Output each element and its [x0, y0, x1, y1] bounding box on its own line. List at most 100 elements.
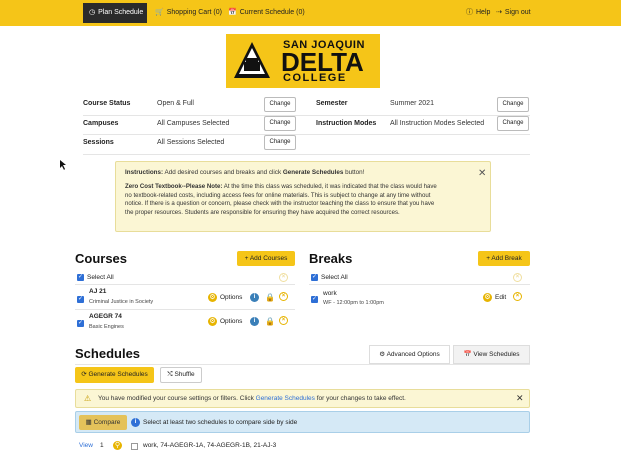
instruction-modes-value: All Instruction Modes Selected — [390, 120, 485, 127]
compare-icon: ▦ — [85, 419, 94, 426]
course-name: Criminal Justice in Society — [89, 299, 154, 305]
nav-shopping-cart-label: Shopping Cart (0) — [166, 9, 222, 16]
row-divider — [75, 284, 295, 285]
add-break-button[interactable]: + Add Break — [478, 251, 530, 266]
compare-button-label: Compare — [93, 419, 121, 426]
tab-advanced-options[interactable]: ⚙ Advanced Options — [369, 345, 450, 364]
course-options-link[interactable]: Options — [220, 318, 242, 325]
break-detail: WF - 12:00pm to 1:00pm — [323, 300, 384, 306]
gear-icon: ⚙ — [208, 293, 217, 302]
nav-current-schedule[interactable]: 📅 Current Schedule (0) — [228, 3, 305, 23]
course-status-label: Course Status — [83, 100, 131, 107]
zoom-icon[interactable]: ⚲ — [113, 441, 122, 450]
generate-schedules-button[interactable]: ⟳ Generate Schedules — [75, 367, 154, 383]
nav-help-label: Help — [476, 9, 491, 16]
remove-course-icon[interactable]: × — [279, 316, 288, 325]
nav-help[interactable]: ⓘ Help — [466, 3, 490, 23]
top-nav-bar: ◷ Plan Schedule 🛒 Shopping Cart (0) 📅 Curre… — [0, 0, 621, 26]
delta-emblem-icon — [234, 42, 270, 78]
settings-divider — [83, 115, 530, 116]
courses-title: Courses — [75, 251, 128, 266]
course-code: AGEGR 74 — [89, 313, 122, 320]
gear-icon: ⚙ — [208, 317, 217, 326]
sign-out-icon: ⇢ — [496, 9, 502, 16]
shuffle-button[interactable]: ⤭ Shuffle — [160, 367, 202, 383]
add-courses-button[interactable]: + Add Courses — [237, 251, 295, 266]
tab-view-schedules[interactable]: 📅 View Schedules — [453, 345, 530, 364]
college-logo: SAN JOAQUIN DELTA COLLEGE — [226, 34, 380, 88]
course-info-icon[interactable]: i — [250, 293, 259, 302]
course-code: AJ 21 — [89, 288, 107, 295]
breaks-select-all-label: Select All — [321, 274, 348, 281]
compare-button[interactable]: ▦ Compare — [79, 415, 127, 430]
breaks-select-all-checkbox[interactable]: ✓ — [311, 274, 318, 281]
remove-course-icon[interactable]: × — [279, 292, 288, 301]
campuses-value: All Campuses Selected — [157, 120, 230, 127]
compare-bar: ▦ Compare i Select at least two schedule… — [75, 411, 530, 433]
remove-break-icon[interactable]: × — [513, 292, 522, 301]
instructions-notice: Instructions: Add desired courses and br… — [115, 161, 491, 232]
shuffle-label: Shuffle — [174, 371, 195, 378]
course-info-icon[interactable]: i — [250, 317, 259, 326]
semester-value: Summer 2021 — [390, 100, 434, 107]
change-course-status-button[interactable]: Change — [264, 97, 296, 112]
gear-icon: ⚙ — [483, 293, 492, 302]
nav-shopping-cart[interactable]: 🛒 Shopping Cart (0) — [155, 3, 222, 23]
warning-text: You have modified your course settings o… — [98, 395, 406, 402]
sessions-label: Sessions — [83, 139, 114, 146]
nav-plan-schedule-label: Plan Schedule — [98, 9, 144, 16]
instructions-text: Add desired courses and breaks and click — [163, 169, 283, 176]
change-campuses-button[interactable]: Change — [264, 116, 296, 131]
schedules-title: Schedules — [75, 346, 141, 361]
break-checkbox-work[interactable]: ✓ — [311, 296, 318, 303]
schedule-select-checkbox[interactable] — [131, 443, 138, 450]
instructions-end: button! — [343, 169, 365, 176]
change-instruction-modes-button[interactable]: Change — [497, 116, 529, 131]
break-name: work — [323, 290, 337, 297]
course-status-value: Open & Full — [157, 100, 194, 107]
course-checkbox-aj21[interactable]: ✓ — [77, 296, 84, 303]
nav-sign-out[interactable]: ⇢ Sign out — [496, 3, 531, 23]
warning-text-post: for your changes to take effect. — [314, 395, 406, 402]
gears-icon: ⚙ — [379, 351, 387, 358]
view-schedule-link[interactable]: View — [79, 442, 93, 449]
lock-icon[interactable]: 🔒 — [265, 317, 275, 326]
nav-plan-schedule[interactable]: ◷ Plan Schedule — [83, 3, 147, 23]
textbook-note: Zero Cost Textbook--Please Note: At the … — [125, 183, 441, 217]
change-semester-button[interactable]: Change — [497, 97, 529, 112]
clock-icon: ◷ — [89, 9, 96, 16]
row-divider — [309, 284, 530, 285]
campuses-label: Campuses — [83, 120, 119, 127]
course-options-link[interactable]: Options — [220, 294, 242, 301]
settings-divider — [83, 134, 530, 135]
generate-schedules-label: Generate Schedules — [88, 371, 148, 378]
remove-all-breaks-icon[interactable]: × — [513, 273, 522, 282]
refresh-icon: ⟳ — [81, 371, 89, 378]
close-notice-icon[interactable]: ✕ — [478, 168, 486, 179]
change-sessions-button[interactable]: Change — [264, 135, 296, 150]
settings-divider — [83, 154, 530, 155]
break-edit-link[interactable]: Edit — [495, 294, 506, 301]
lock-icon[interactable]: 🔒 — [265, 293, 275, 302]
help-icon: ⓘ — [466, 9, 473, 16]
info-icon: i — [131, 418, 140, 427]
warning-icon: ⚠ — [84, 394, 92, 403]
courses-select-all-label: Select All — [87, 274, 114, 281]
calendar-icon: 📅 — [463, 351, 474, 358]
remove-all-courses-icon[interactable]: × — [279, 273, 288, 282]
course-name: Basic Engines — [89, 324, 124, 330]
modified-settings-warning: ⚠ You have modified your course settings… — [75, 389, 530, 408]
warning-generate-link[interactable]: Generate Schedules — [256, 395, 315, 402]
tab-advanced-options-label: Advanced Options — [386, 351, 440, 358]
courses-select-all-checkbox[interactable]: ✓ — [77, 274, 84, 281]
textbook-label: Zero Cost Textbook--Please Note: — [125, 183, 223, 190]
calendar-icon: 📅 — [228, 9, 237, 16]
cart-icon: 🛒 — [155, 9, 164, 16]
instructions-strong: Generate Schedules — [282, 169, 344, 176]
close-warning-icon[interactable]: ✕ — [516, 393, 524, 404]
instruction-modes-label: Instruction Modes — [316, 120, 377, 127]
logo-text-line3: COLLEGE — [283, 72, 347, 84]
course-checkbox-agegr74[interactable]: ✓ — [77, 320, 84, 327]
sessions-value: All Sessions Selected — [157, 139, 225, 146]
schedules-divider — [75, 364, 530, 365]
